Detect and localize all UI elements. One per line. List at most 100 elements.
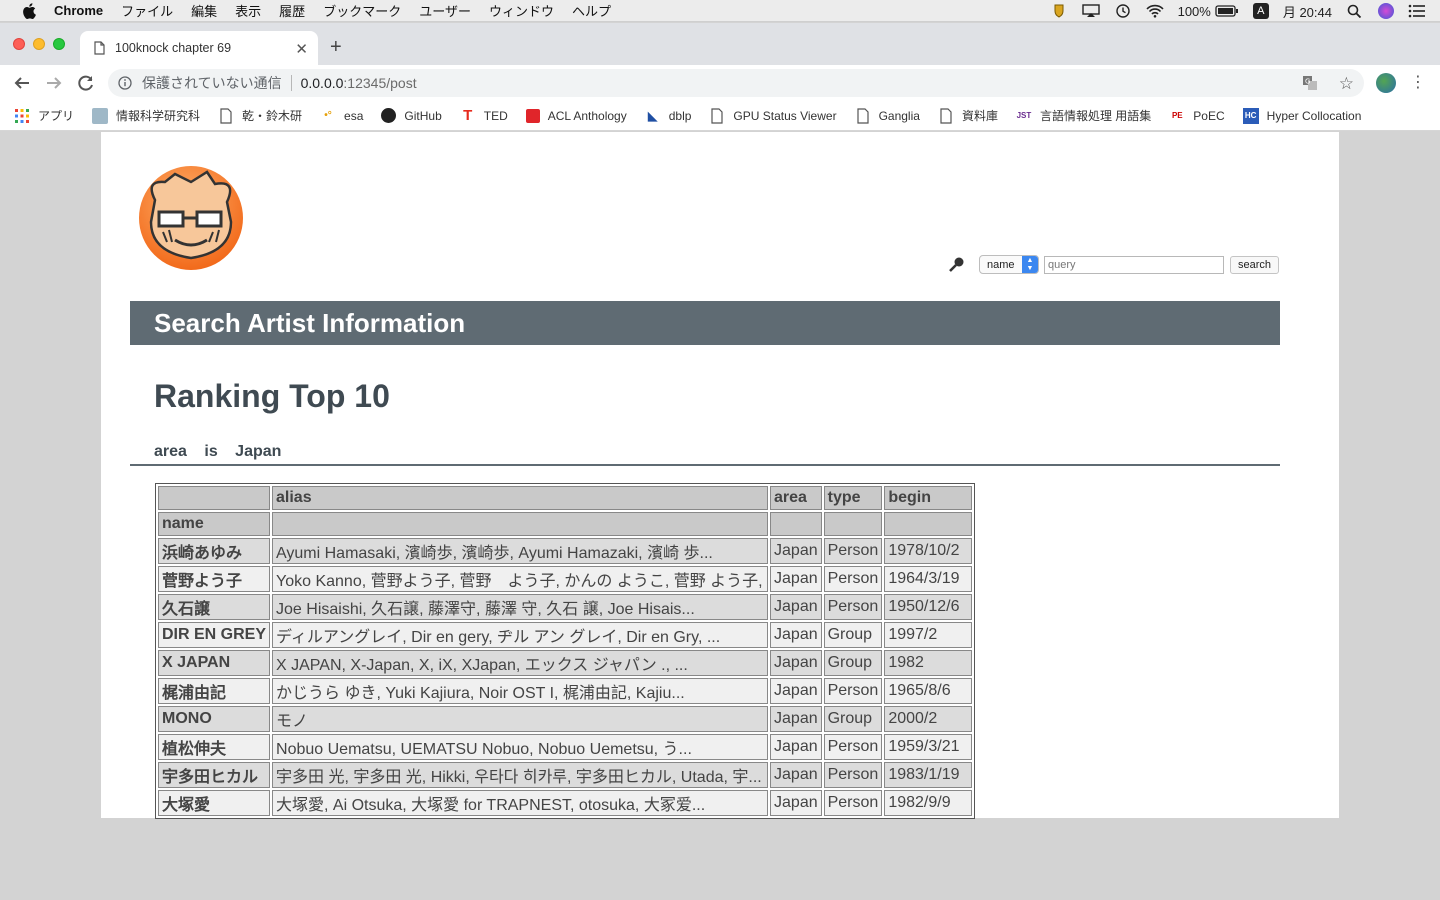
- bookmark-archive[interactable]: 資料庫: [938, 107, 998, 124]
- artist-name: 久石譲: [158, 594, 271, 620]
- bookmark-label: esa: [344, 108, 364, 123]
- window-close-button[interactable]: [13, 38, 25, 50]
- bookmark-poec[interactable]: PE PoEC: [1169, 108, 1225, 124]
- notification-center-icon[interactable]: [1408, 4, 1426, 18]
- address-bar[interactable]: 保護されていない通信 0.0.0.0 :12345/post G ☆: [108, 69, 1364, 97]
- page-icon: [940, 107, 952, 124]
- table-row: 菅野よう子 Yoko Kanno, 菅野よう子, 菅野 よう子, かんの ようこ,…: [158, 566, 973, 592]
- bookmark-glossary[interactable]: JST 言語情報処理 用語集: [1016, 107, 1152, 124]
- hc-favicon: HC: [1242, 107, 1259, 124]
- menu-user[interactable]: ユーザー: [419, 1, 471, 20]
- bookmark-label: GitHub: [404, 108, 442, 123]
- column-header-begin: begin: [884, 486, 973, 510]
- artist-type: Person: [823, 762, 883, 788]
- table-row: MONO モノ Japan Group 2000/2: [158, 706, 973, 732]
- menu-view[interactable]: 表示: [235, 1, 261, 20]
- bookmark-grad-school[interactable]: 情報科学研究科: [92, 107, 200, 124]
- tab-close-icon[interactable]: ✕: [295, 40, 308, 58]
- shield-icon[interactable]: [1050, 4, 1068, 18]
- window-minimize-button[interactable]: [33, 38, 45, 50]
- clock[interactable]: 月 20:44: [1283, 2, 1332, 21]
- bookmark-ted[interactable]: T TED: [460, 107, 508, 124]
- menu-bar: Chrome ファイル 編集 表示 履歴 ブックマーク ユーザー ウィンドウ ヘ…: [0, 0, 1440, 22]
- info-icon[interactable]: [118, 76, 132, 90]
- bookmark-label: 言語情報処理 用語集: [1039, 109, 1152, 123]
- bookmark-star-icon[interactable]: ☆: [1339, 74, 1354, 94]
- menu-help[interactable]: ヘルプ: [572, 1, 611, 20]
- tab-active[interactable]: 100knock chapter 69 ✕: [80, 31, 318, 65]
- more-menu-icon[interactable]: ⋮: [1410, 72, 1426, 92]
- reload-icon[interactable]: [76, 73, 96, 93]
- search-form: name ▲ ▼ query search: [947, 255, 1280, 274]
- input-method-badge[interactable]: A: [1252, 3, 1269, 19]
- jaist-favicon: JST: [1016, 111, 1032, 120]
- artist-alias: 宇多田 光, 宇多田 光, Hikki, 우타다 히카루, 宇多田ヒカル, Ut…: [272, 762, 769, 788]
- empty-header-cell: [884, 512, 973, 536]
- artist-begin: 2000/2: [884, 706, 973, 732]
- artist-alias: Ayumi Hamasaki, 濱崎歩, 濱崎歩, Ayumi Hamazaki…: [272, 538, 769, 564]
- artist-type: Person: [823, 790, 883, 816]
- query-input[interactable]: query: [1044, 255, 1224, 274]
- page-content: name ▲ ▼ query search Search Artist Infor…: [101, 132, 1339, 819]
- artist-alias: モノ: [272, 706, 769, 732]
- table-row: X JAPAN X JAPAN, X-Japan, X, iX, XJapan, …: [158, 650, 973, 676]
- bookmark-hyper-collocation[interactable]: HC Hyper Collocation: [1242, 107, 1361, 124]
- banner-title: Search Artist Information: [130, 301, 1280, 345]
- select-arrows-icon: ▲ ▼: [1022, 256, 1038, 273]
- artist-name: 植松伸夫: [158, 734, 271, 760]
- new-tab-button[interactable]: +: [330, 36, 342, 59]
- apple-icon[interactable]: [22, 2, 36, 19]
- translate-icon[interactable]: G: [1302, 75, 1318, 91]
- bookmark-label: dblp: [668, 108, 692, 123]
- artist-name: X JAPAN: [158, 650, 271, 676]
- bookmark-label: ACL Anthology: [547, 108, 627, 123]
- ted-favicon: T: [463, 107, 473, 124]
- bookmark-acl[interactable]: ACL Anthology: [525, 108, 627, 123]
- menu-app-name[interactable]: Chrome: [54, 3, 103, 18]
- artist-alias: 大塚愛, Ai Otsuka, 大塚愛 for TRAPNEST, otosuk…: [272, 790, 769, 816]
- bookmark-label: 資料庫: [961, 109, 998, 123]
- bookmark-apps[interactable]: アプリ: [14, 107, 74, 124]
- window-zoom-button[interactable]: [53, 38, 65, 50]
- bookmark-esa[interactable]: •° esa: [320, 108, 363, 124]
- table-row: DIR EN GREY ディルアングレイ, Dir en gery, ヂル アン …: [158, 622, 973, 648]
- artist-name: 宇多田ヒカル: [158, 762, 271, 788]
- security-status[interactable]: 保護されていない通信: [142, 73, 282, 93]
- back-arrow-icon[interactable]: [12, 73, 32, 93]
- artist-area: Japan: [770, 566, 822, 592]
- menu-file[interactable]: ファイル: [121, 1, 173, 20]
- siri-icon[interactable]: [1378, 3, 1394, 19]
- bookmark-dblp[interactable]: ◣ dblp: [645, 108, 692, 124]
- menu-window[interactable]: ウィンドウ: [489, 1, 554, 20]
- artist-type: Group: [823, 706, 883, 732]
- artist-type: Person: [823, 538, 883, 564]
- apps-grid-icon: [15, 108, 29, 123]
- bookmark-lab[interactable]: 乾・鈴木研: [218, 107, 302, 124]
- spotlight-search-icon[interactable]: [1346, 4, 1364, 18]
- condition-value: Japan: [235, 443, 282, 460]
- bookmark-gpu-status[interactable]: GPU Status Viewer: [709, 107, 837, 124]
- time-machine-icon[interactable]: [1114, 4, 1132, 18]
- airplay-icon[interactable]: [1081, 4, 1100, 18]
- menu-history[interactable]: 履歴: [279, 1, 305, 20]
- document-icon: [94, 41, 105, 55]
- bookmark-github[interactable]: GitHub: [381, 108, 442, 123]
- artist-area: Japan: [770, 538, 822, 564]
- forward-arrow-icon[interactable]: [44, 73, 64, 93]
- artist-area: Japan: [770, 790, 822, 816]
- artist-type: Group: [823, 622, 883, 648]
- wifi-icon[interactable]: [1146, 4, 1164, 18]
- table-row: 大塚愛 大塚愛, Ai Otsuka, 大塚愛 for TRAPNEST, oto…: [158, 790, 973, 816]
- index-name-label: name: [158, 512, 271, 536]
- menu-bookmarks[interactable]: ブックマーク: [323, 1, 401, 20]
- profile-avatar[interactable]: [1376, 73, 1396, 93]
- field-select[interactable]: name ▲ ▼: [979, 255, 1039, 274]
- table-row: 宇多田ヒカル 宇多田 光, 宇多田 光, Hikki, 우타다 히카루, 宇多田ヒ…: [158, 762, 973, 788]
- menu-edit[interactable]: 編集: [191, 1, 217, 20]
- artist-area: Japan: [770, 594, 822, 620]
- bookmark-label: PoEC: [1193, 108, 1225, 123]
- bookmark-ganglia[interactable]: Ganglia: [855, 107, 920, 124]
- battery-percent: 100%: [1177, 3, 1211, 19]
- battery-icon[interactable]: [1215, 4, 1239, 18]
- search-button[interactable]: search: [1230, 255, 1280, 274]
